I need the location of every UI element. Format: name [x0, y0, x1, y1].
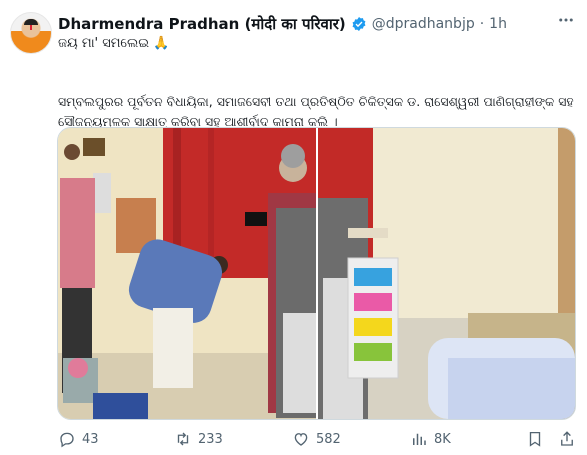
share-icon: [561, 431, 573, 446]
tweet-header: Dharmendra Pradhan (मोदी का परिवार) @dpr…: [58, 13, 578, 35]
avatar-tilak: [30, 25, 32, 30]
tweet-text-line1: ଜୟ ମା' ସମଲେଇ 🙏: [58, 36, 170, 51]
like-action[interactable]: 582: [292, 430, 341, 448]
repost-icon: [177, 432, 189, 446]
repost-action[interactable]: 233: [174, 430, 223, 448]
reply-action[interactable]: 43: [58, 430, 99, 448]
media-grid: [57, 127, 576, 420]
media-photo-1[interactable]: [58, 128, 316, 419]
author-name[interactable]: Dharmendra Pradhan (मोदी का परिवार): [58, 14, 346, 34]
heart-icon: [294, 433, 308, 446]
tweet-actions: 43 233 582 8K: [58, 430, 578, 452]
reply-icon: [60, 432, 74, 448]
repost-count: 233: [198, 431, 223, 447]
verified-badge-icon: [351, 16, 367, 32]
share-action[interactable]: [558, 430, 582, 448]
tweet-text-body: ସମ୍ବଲପୁରର ପୂର୍ବତନ ବିଧାୟିକା, ସମାଜସେବୀ ତଥା…: [58, 92, 574, 132]
bookmark-action[interactable]: [526, 430, 550, 448]
views-count: 8K: [434, 431, 451, 447]
bookmark-icon: [529, 431, 541, 447]
tweet-text-para-line1: ସମ୍ବଲପୁରର ପୂର୍ବତନ ବିଧାୟିକା, ସମାଜସେବୀ ତଥା…: [58, 94, 574, 109]
reply-count: 43: [82, 431, 99, 447]
separator-dot: ·: [479, 16, 485, 32]
author-avatar[interactable]: [10, 12, 52, 54]
tweet-timestamp[interactable]: 1h: [489, 16, 507, 32]
views-icon: [413, 433, 426, 445]
media-photo-2[interactable]: [318, 128, 575, 419]
like-count: 582: [316, 431, 341, 447]
author-handle[interactable]: @dpradhanbjp: [372, 16, 475, 32]
more-horizontal-icon[interactable]: [557, 11, 575, 33]
views-action[interactable]: 8K: [410, 430, 451, 448]
